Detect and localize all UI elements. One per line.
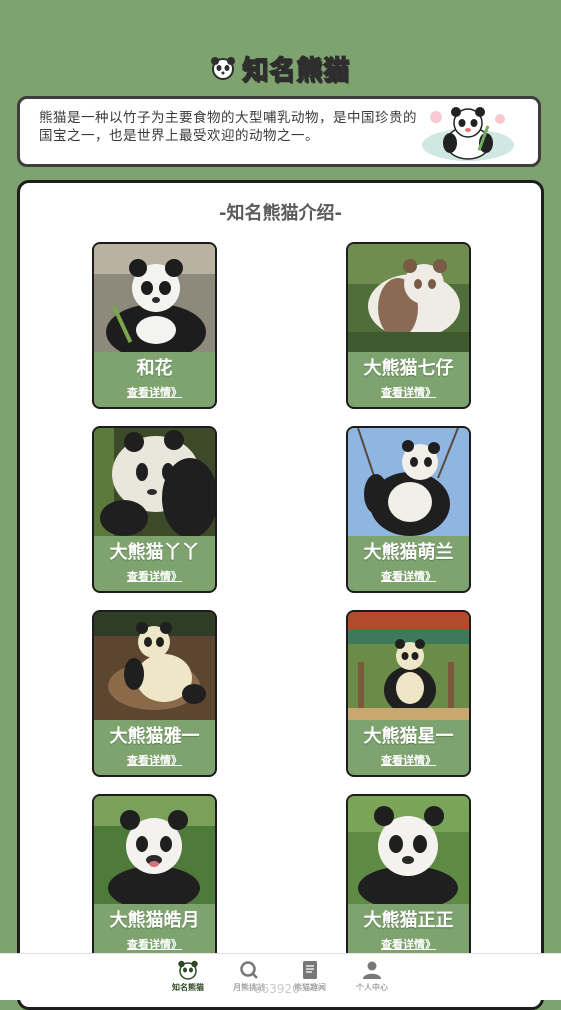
panda-name: 和花 [136, 358, 173, 379]
panda-card[interactable]: 大熊猫七仔 查看详情》 [346, 242, 471, 409]
panda-name: 大熊猫正正 [363, 910, 454, 931]
panda-card[interactable]: 大熊猫皓月 查看详情》 [92, 794, 217, 961]
panda-photo-zhengzheng [348, 796, 469, 904]
intro-card: 熊猫是一种以竹子为主要食物的大型哺乳动物，是中国珍贵的国宝之一，也是世界上最受欢… [17, 96, 541, 167]
panda-list-panel: -知名熊猫介绍- 和花 查看详情》 大熊猫七仔 查看详情》 大熊猫丫丫 查看详情… [17, 180, 544, 1010]
panda-name: 大熊猫丫丫 [109, 542, 200, 563]
panda-name: 大熊猫七仔 [363, 358, 454, 379]
panda-name: 大熊猫萌兰 [363, 542, 454, 563]
panda-icon [211, 57, 236, 80]
view-details-link[interactable]: 查看详情》 [94, 568, 215, 584]
panda-card[interactable]: 大熊猫正正 查看详情》 [346, 794, 471, 961]
view-details-link[interactable]: 查看详情》 [348, 752, 469, 768]
panda-card[interactable]: 大熊猫雅一 查看详情》 [92, 610, 217, 777]
panda-photo-qizai [348, 244, 469, 352]
user-icon [363, 961, 381, 979]
panda-photo-yayi [94, 612, 215, 720]
panda-icon [178, 960, 198, 980]
panda-card[interactable]: 大熊猫丫丫 查看详情》 [92, 426, 217, 593]
tab-label: 个人中心 [356, 983, 388, 992]
book-icon [303, 961, 317, 979]
view-details-link[interactable]: 查看详情》 [348, 384, 469, 400]
panda-card[interactable]: 和花 查看详情》 [92, 242, 217, 409]
panda-card[interactable]: 大熊猫萌兰 查看详情》 [346, 426, 471, 593]
tab-label: 知名熊猫 [172, 983, 204, 992]
view-details-link[interactable]: 查看详情》 [94, 752, 215, 768]
section-heading: -知名熊猫介绍- [219, 203, 342, 224]
panda-name: 大熊猫雅一 [109, 726, 200, 747]
tab-famous-pandas[interactable]: 知名熊猫 [158, 960, 218, 993]
panda-photo-xingyi [348, 612, 469, 720]
view-details-link[interactable]: 查看详情》 [348, 936, 469, 952]
panda-card[interactable]: 大熊猫星一 查看详情》 [346, 610, 471, 777]
page-header: 知名熊猫 [0, 48, 561, 88]
view-details-link[interactable]: 查看详情》 [348, 568, 469, 584]
tab-profile[interactable]: 个人中心 [342, 960, 402, 993]
panda-photo-hehua [94, 244, 215, 352]
panda-name: 大熊猫星一 [363, 726, 454, 747]
watermark-text: 663920 [254, 982, 300, 996]
panda-photo-haoyue [94, 796, 215, 904]
intro-text: 熊猫是一种以竹子为主要食物的大型哺乳动物，是中国珍贵的国宝之一，也是世界上最受欢… [39, 110, 417, 144]
page-title: 知名熊猫 [242, 55, 351, 87]
panda-photo-menglan [348, 428, 469, 536]
panda-eating-bamboo-illustration [422, 107, 514, 161]
view-details-link[interactable]: 查看详情》 [94, 936, 215, 952]
view-details-link[interactable]: 查看详情》 [94, 384, 215, 400]
search-icon [240, 961, 258, 979]
panda-photo-yaya [94, 428, 215, 536]
panda-name: 大熊猫皓月 [109, 910, 200, 931]
